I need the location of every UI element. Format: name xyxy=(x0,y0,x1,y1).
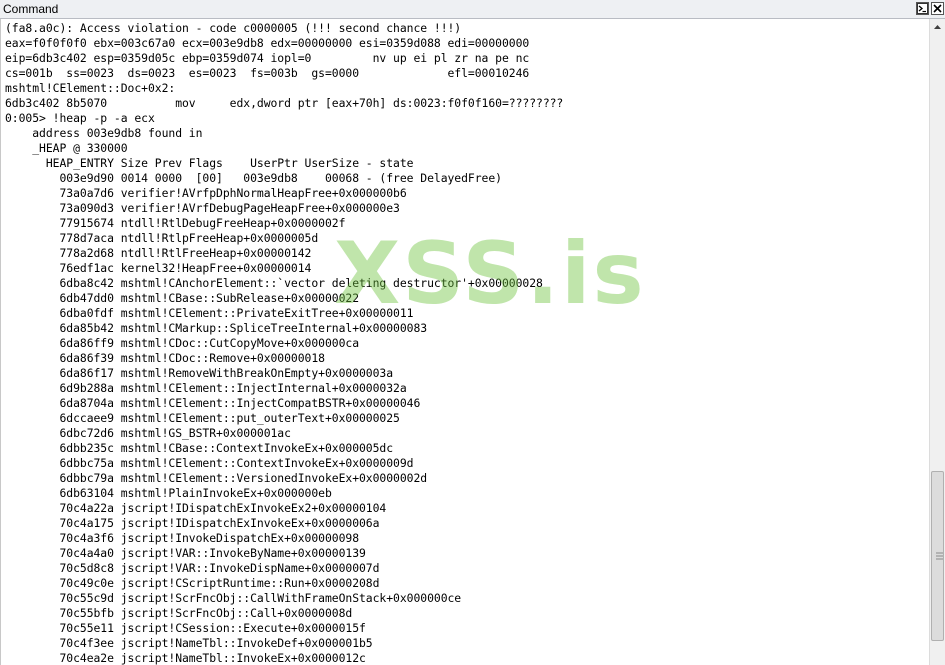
output-line: 77915674 ntdll!RtlDebugFreeHeap+0x000000… xyxy=(5,216,346,230)
output-line: 70c55c9d jscript!ScrFncObj::CallWithFram… xyxy=(5,591,462,605)
window-title: Command xyxy=(3,2,59,16)
scroll-up-icon[interactable] xyxy=(930,19,945,35)
output-line: 70c5d8c8 jscript!VAR::InvokeDispName+0x0… xyxy=(5,561,380,575)
output-line: 6d9b288a mshtml!CElement::InjectInternal… xyxy=(5,381,407,395)
output-line: 6dccaee9 mshtml!CElement::put_outerText+… xyxy=(5,411,400,425)
close-icon[interactable] xyxy=(931,2,944,15)
output-line: 70c4a4a0 jscript!VAR::InvokeByName+0x000… xyxy=(5,546,366,560)
output-line: 70c4a3f6 jscript!InvokeDispatchEx+0x0000… xyxy=(5,531,360,545)
output-line: 70c55bfb jscript!ScrFncObj::Call+0x00000… xyxy=(5,606,353,620)
output-line: 6db3c402 8b5070 mov edx,dword ptr [eax+7… xyxy=(5,96,564,110)
output-line: 70c55e11 jscript!CSession::Execute+0x000… xyxy=(5,621,366,635)
output-line: 73a0a7d6 verifier!AVrfpDphNormalHeapFree… xyxy=(5,186,407,200)
output-line: eax=f0f0f0f0 ebx=003c67a0 ecx=003e9db8 e… xyxy=(5,36,530,50)
output-line: 6da86f39 mshtml!CDoc::Remove+0x00000018 xyxy=(5,351,325,365)
output-line: 6da85b42 mshtml!CMarkup::SpliceTreeInter… xyxy=(5,321,428,335)
output-line: 778a2d68 ntdll!RtlFreeHeap+0x00000142 xyxy=(5,246,312,260)
output-line: 70c4a175 jscript!IDispatchExInvokeEx+0x0… xyxy=(5,516,380,530)
output-line: 6da86f17 mshtml!RemoveWithBreakOnEmpty+0… xyxy=(5,366,394,380)
output-line: _HEAP @ 330000 xyxy=(5,141,128,155)
output-line: 6da8704a mshtml!CElement::InjectCompatBS… xyxy=(5,396,421,410)
output-line: 70c4a22a jscript!IDispatchExInvokeEx2+0x… xyxy=(5,501,387,515)
scrollbar-track[interactable] xyxy=(930,35,945,665)
output-line: HEAP_ENTRY Size Prev Flags UserPtr UserS… xyxy=(5,156,414,170)
output-line: 6dbc72d6 mshtml!GS_BSTR+0x000001ac xyxy=(5,426,291,440)
output-lines: (fa8.a0c): Access violation - code c0000… xyxy=(5,21,563,665)
output-line: 6db47dd0 mshtml!CBase::SubRelease+0x0000… xyxy=(5,291,360,305)
output-line: 73a090d3 verifier!AVrfDebugPageHeapFree+… xyxy=(5,201,400,215)
output-line: (fa8.a0c): Access violation - code c0000… xyxy=(5,21,462,35)
output-line: mshtml!CElement::Doc+0x2: xyxy=(5,81,176,95)
output-line: 70c49c0e jscript!CScriptRuntime::Run+0x0… xyxy=(5,576,380,590)
output-line: 70c4ea2e jscript!NameTbl::InvokeEx+0x000… xyxy=(5,651,366,665)
vertical-scrollbar[interactable] xyxy=(929,19,945,665)
title-bar: Command xyxy=(0,0,945,19)
output-line: 6dba0fdf mshtml!CElement::PrivateExitTre… xyxy=(5,306,414,320)
grip-icon xyxy=(936,552,943,560)
command-output[interactable]: (fa8.a0c): Access violation - code c0000… xyxy=(0,19,929,665)
output-line: 76edf1ac kernel32!HeapFree+0x00000014 xyxy=(5,261,312,275)
output-line: 6dbbc75a mshtml!CElement::ContextInvokeE… xyxy=(5,456,414,470)
output-line: 6dba8c42 mshtml!CAnchorElement::`vector … xyxy=(5,276,543,290)
output-line: 778d7aca ntdll!RtlpFreeHeap+0x0000005d xyxy=(5,231,319,245)
output-line: 6da86ff9 mshtml!CDoc::CutCopyMove+0x0000… xyxy=(5,336,360,350)
output-line: 6dbbc79a mshtml!CElement::VersionedInvok… xyxy=(5,471,428,485)
scrollbar-thumb[interactable] xyxy=(931,471,944,641)
command-window-icon[interactable] xyxy=(916,2,929,15)
output-line: 0:005> !heap -p -a ecx xyxy=(5,111,155,125)
output-line: 70c4f3ee jscript!NameTbl::InvokeDef+0x00… xyxy=(5,636,373,650)
output-line: cs=001b ss=0023 ds=0023 es=0023 fs=003b … xyxy=(5,66,530,80)
output-line: 003e9d90 0014 0000 [00] 003e9db8 00068 -… xyxy=(5,171,502,185)
output-line: eip=6db3c402 esp=0359d05c ebp=0359d074 i… xyxy=(5,51,530,65)
output-line: 6dbb235c mshtml!CBase::ContextInvokeEx+0… xyxy=(5,441,394,455)
output-line: address 003e9db8 found in xyxy=(5,126,203,140)
output-line: 6db63104 mshtml!PlainInvokeEx+0x000000eb xyxy=(5,486,332,500)
